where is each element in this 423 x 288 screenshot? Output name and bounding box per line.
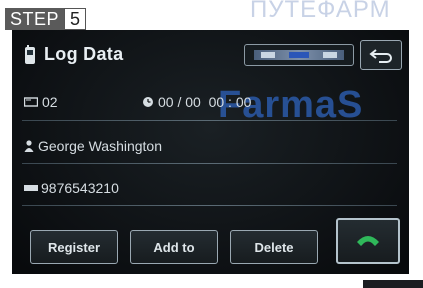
contact-name: George Washington [38, 138, 162, 154]
watermark-top: ПУТЕФАРМ [250, 0, 391, 23]
call-button[interactable] [336, 218, 400, 264]
divider [22, 120, 397, 121]
back-arrow-icon [369, 49, 392, 63]
page-title: Log Data [44, 44, 124, 64]
step-label: STEP [5, 8, 65, 30]
phone-number-row: 9876543210 [24, 180, 119, 196]
divider [22, 205, 397, 206]
phonebook-icon [24, 97, 38, 107]
phone-number: 9876543210 [41, 180, 119, 196]
datetime: 00 / 00 00 : 00 [142, 94, 251, 110]
corner-tag [363, 280, 423, 288]
signal-icon [323, 52, 337, 58]
phonebook-index: 02 [42, 94, 58, 110]
title-row: Log Data [24, 44, 123, 65]
register-button[interactable]: Register [30, 230, 118, 264]
mobile-phone-icon [25, 44, 35, 64]
phone-number-icon [24, 185, 38, 191]
phone-handset-icon [357, 236, 379, 246]
clock-icon [143, 97, 153, 107]
network-icon [289, 52, 309, 58]
battery-icon [261, 52, 275, 58]
delete-button[interactable]: Delete [230, 230, 318, 264]
datetime-text: 00 / 00 00 : 00 [158, 94, 252, 110]
add-to-button[interactable]: Add to [130, 230, 218, 264]
back-button[interactable] [360, 40, 402, 70]
log-index-row: 02 00 / 00 00 : 00 [24, 94, 251, 110]
contact-name-row: George Washington [24, 138, 162, 154]
divider [22, 163, 397, 164]
status-bar [254, 50, 344, 60]
step-badge: STEP 5 [5, 8, 87, 30]
person-icon [24, 140, 34, 152]
step-number: 5 [64, 8, 87, 30]
nav-screen: Log Data FarmaS 02 00 / 00 00 : 00 Georg… [12, 30, 409, 274]
status-indicator [244, 44, 354, 66]
